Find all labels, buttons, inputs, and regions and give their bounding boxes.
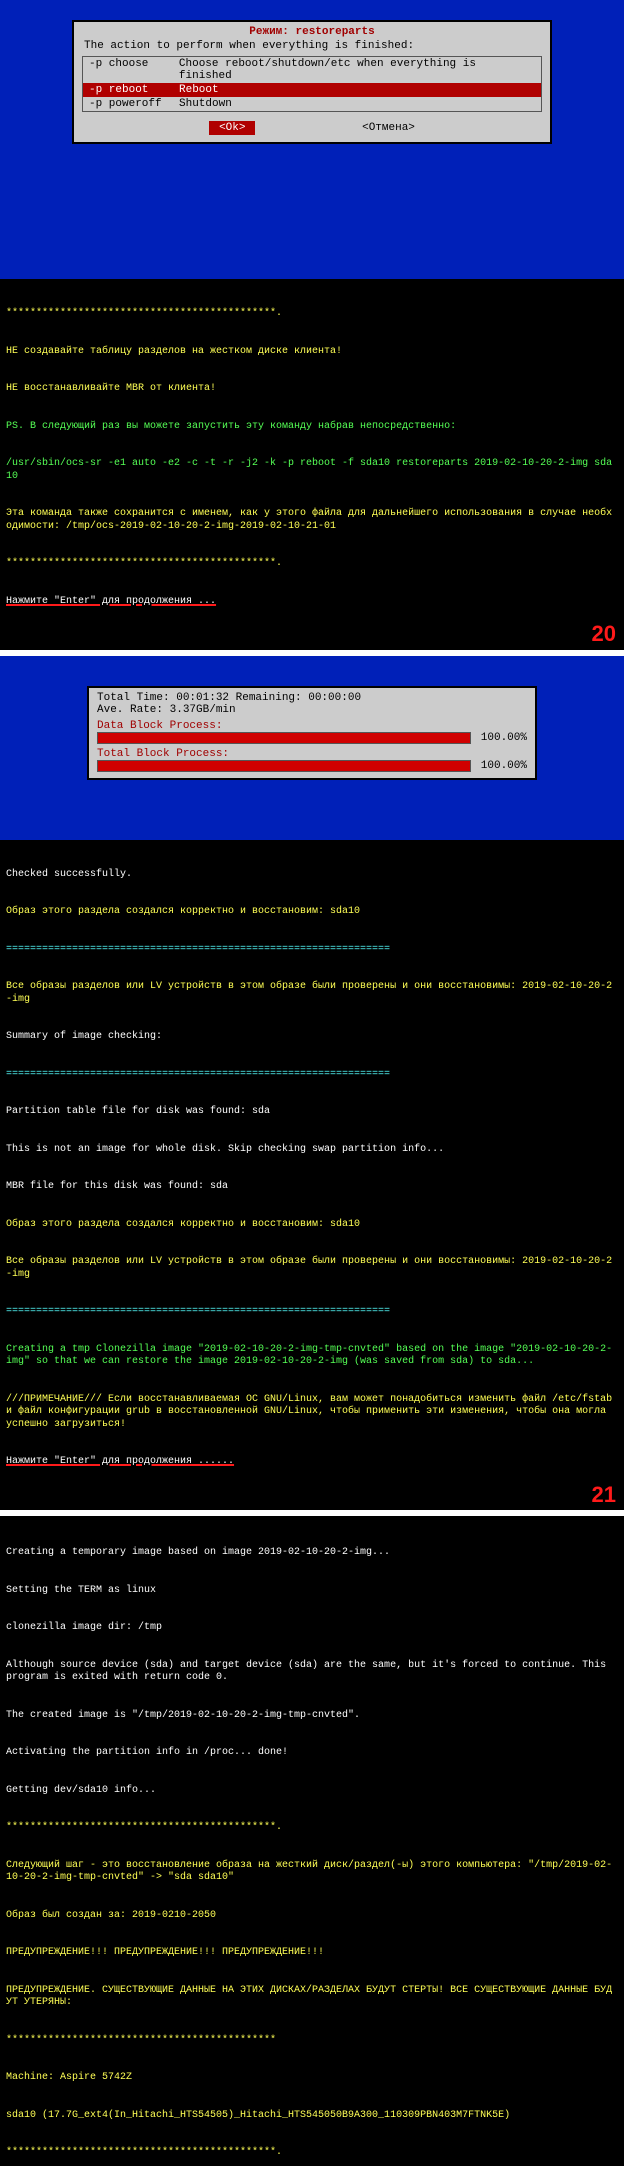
separator: ========================================… xyxy=(6,1069,618,1082)
dialog-prompt: The action to perform when everything is… xyxy=(84,40,540,52)
term-line: Partition table file for disk was found:… xyxy=(6,1106,618,1119)
annotation-badge: 21 xyxy=(592,1481,616,1509)
tui-background: Total Time: 00:01:32 Remaining: 00:00:00… xyxy=(0,656,624,840)
data-block-pct: 100.00% xyxy=(481,732,527,744)
data-block-label: Data Block Process: xyxy=(97,720,527,732)
screenshot-22-23: Creating a temporary image based on imag… xyxy=(0,1516,624,2166)
term-line: Setting the TERM as linux xyxy=(6,1585,618,1598)
option-key: -p poweroff xyxy=(89,98,179,110)
ok-button[interactable]: <Ok> xyxy=(209,121,255,135)
term-line: Образ этого раздела создался корректно и… xyxy=(6,906,618,919)
term-line: Следующий шаг - это восстановление образ… xyxy=(6,1860,618,1885)
warning-line: ПРЕДУПРЕЖДЕНИЕ!!! ПРЕДУПРЕЖДЕНИЕ!!! ПРЕД… xyxy=(6,1947,618,1960)
warning-line: ПРЕДУПРЕЖДЕНИЕ. СУЩЕСТВУЮЩИЕ ДАННЫЕ НА Э… xyxy=(6,1985,618,2010)
hint-line: PS. В следующий раз вы можете запустить … xyxy=(6,421,618,434)
separator: ****************************************… xyxy=(6,2147,618,2160)
option-reboot[interactable]: -p reboot Reboot xyxy=(83,83,541,97)
tui-background: Режим: restoreparts The action to perfor… xyxy=(0,0,624,279)
term-line: Creating a temporary image based on imag… xyxy=(6,1547,618,1560)
device-line: sda10 (17.7G_ext4(In_Hitachi_HTS54505)_H… xyxy=(6,2110,618,2123)
term-line: Образ этого раздела создался корректно и… xyxy=(6,1219,618,1232)
separator: ****************************************… xyxy=(6,1822,618,1835)
info-line: Эта команда также сохранится с именем, к… xyxy=(6,508,618,533)
separator: ****************************************… xyxy=(6,2035,618,2048)
separator: ****************************************… xyxy=(6,558,618,571)
term-line: This is not an image for whole disk. Ski… xyxy=(6,1144,618,1157)
cmd-line: /usr/sbin/ocs-sr -e1 auto -e2 -c -t -r -… xyxy=(6,458,618,483)
annotation-badge: 20 xyxy=(592,620,616,648)
cancel-button[interactable]: <Отмена> xyxy=(362,122,415,134)
total-time-line: Total Time: 00:01:32 Remaining: 00:00:00 xyxy=(97,692,527,704)
term-line: MBR file for this disk was found: sda xyxy=(6,1181,618,1194)
term-line: clonezilla image dir: /tmp xyxy=(6,1622,618,1635)
machine-line: Machine: Aspire 5742Z xyxy=(6,2072,618,2085)
term-line: ///ПРИМЕЧАНИЕ/// Если восстанавливаемая … xyxy=(6,1394,618,1432)
total-block-pct: 100.00% xyxy=(481,760,527,772)
option-choose[interactable]: -p choose Choose reboot/shutdown/etc whe… xyxy=(83,57,541,83)
term-line: Все образы разделов или LV устройств в э… xyxy=(6,1256,618,1281)
separator: ========================================… xyxy=(6,1306,618,1319)
option-poweroff[interactable]: -p poweroff Shutdown xyxy=(83,97,541,111)
total-block-label: Total Block Process: xyxy=(97,748,527,760)
term-line: Все образы разделов или LV устройств в э… xyxy=(6,981,618,1006)
term-line: Checked successfully. xyxy=(6,869,618,882)
screenshot-20: Режим: restoreparts The action to perfor… xyxy=(0,0,624,650)
data-block-bar xyxy=(97,732,471,744)
total-block-bar xyxy=(97,760,471,772)
terminal-output-3: Creating a temporary image based on imag… xyxy=(0,1516,624,2166)
term-line: Getting dev/sda10 info... xyxy=(6,1785,618,1798)
separator: ========================================… xyxy=(6,944,618,957)
term-line: Activating the partition info in /proc..… xyxy=(6,1747,618,1760)
progress-dialog: Total Time: 00:01:32 Remaining: 00:00:00… xyxy=(87,686,537,780)
term-line: Summary of image checking: xyxy=(6,1031,618,1044)
option-key: -p reboot xyxy=(89,84,179,96)
avg-rate-line: Ave. Rate: 3.37GB/min xyxy=(97,704,527,716)
term-line: Creating a tmp Clonezilla image "2019-02… xyxy=(6,1344,618,1369)
separator: ****************************************… xyxy=(6,308,618,321)
term-line: Although source device (sda) and target … xyxy=(6,1660,618,1685)
option-key: -p choose xyxy=(89,58,179,82)
warn-line: НЕ создавайте таблицу разделов на жестко… xyxy=(6,346,618,359)
option-desc: Choose reboot/shutdown/etc when everythi… xyxy=(179,58,535,82)
dialog-options: -p choose Choose reboot/shutdown/etc whe… xyxy=(82,56,542,112)
press-enter-prompt[interactable]: Нажмите "Enter" для продолжения ...... xyxy=(6,1456,618,1469)
dialog-buttons: <Ok> <Отмена> xyxy=(78,122,546,134)
term-line: Образ был создан за: 2019-0210-2050 xyxy=(6,1910,618,1923)
option-desc: Shutdown xyxy=(179,98,232,110)
option-desc: Reboot xyxy=(179,84,219,96)
terminal-output-2: Checked successfully. Образ этого раздел… xyxy=(0,840,624,1511)
press-enter-prompt[interactable]: Нажмите "Enter" для продолжения ... xyxy=(6,596,618,609)
terminal-output-1: ****************************************… xyxy=(0,279,624,650)
warn-line: НЕ восстанавливайте MBR от клиента! xyxy=(6,383,618,396)
dialog-title: Режим: restoreparts xyxy=(78,26,546,38)
term-line: The created image is "/tmp/2019-02-10-20… xyxy=(6,1710,618,1723)
action-dialog: Режим: restoreparts The action to perfor… xyxy=(72,20,552,144)
